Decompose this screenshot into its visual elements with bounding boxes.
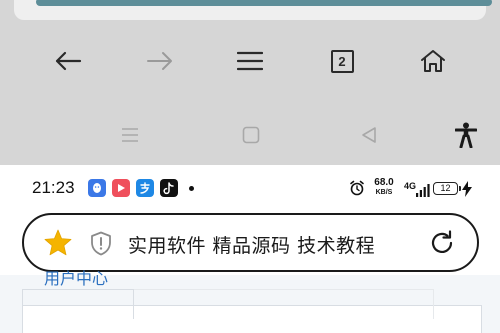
accessibility-person-icon [455, 122, 477, 148]
signal-strength-icon [416, 182, 430, 201]
alarm-icon [349, 180, 365, 206]
system-navigation-bar [0, 115, 500, 155]
network-speed-value: 68.0 [374, 177, 394, 188]
battery-level: 12 [433, 182, 458, 195]
page-title[interactable]: 实用软件 精品源码 技术教程 [128, 231, 375, 258]
tabs-button[interactable]: 2 [320, 40, 364, 82]
system-back-button[interactable] [349, 115, 389, 155]
network-type: 4G [404, 181, 417, 191]
more-notifications-dot [189, 186, 194, 191]
content-cell [134, 289, 434, 319]
reload-button[interactable] [429, 230, 457, 260]
address-bar[interactable]: 实用软件 精品源码 技术教程 [22, 213, 479, 272]
user-center-link[interactable]: 用户中心 [44, 265, 108, 289]
arrow-left-icon [55, 51, 82, 71]
battery-tip [459, 186, 461, 191]
tiktok-app-icon [160, 179, 178, 197]
status-time: 21:23 [32, 178, 75, 197]
home-button[interactable] [411, 40, 455, 82]
square-home-icon [242, 126, 260, 144]
status-bar: 21:23 68.0 KB/S 4G 12 [0, 177, 500, 203]
current-screen: 21:23 68.0 KB/S 4G 12 实用软件 精品源码 技术教程 用户中… [0, 165, 500, 333]
system-home-button[interactable] [231, 115, 271, 155]
previous-page-banner [36, 0, 492, 6]
charging-bolt-icon [462, 181, 472, 201]
content-cell [22, 289, 134, 319]
browser-toolbar: 2 [0, 40, 500, 82]
recents-lines-icon [122, 128, 138, 142]
network-speed: 68.0 KB/S [370, 177, 398, 197]
tab-count-badge: 2 [330, 49, 354, 73]
forward-button[interactable] [138, 40, 182, 82]
shield-security-icon[interactable] [90, 231, 112, 260]
page-content: 用户中心 [0, 269, 500, 333]
recents-button[interactable] [110, 115, 150, 155]
previous-page-card [14, 0, 492, 20]
previous-screen: 2 [0, 0, 500, 165]
hamburger-menu-icon [237, 51, 263, 71]
menu-button[interactable] [228, 40, 272, 82]
qq-app-icon [88, 179, 106, 197]
reload-icon [431, 230, 453, 254]
alipay-app-icon [136, 179, 154, 197]
star-bookmark-icon[interactable] [44, 229, 72, 260]
accessibility-button[interactable] [446, 115, 486, 155]
back-button[interactable] [46, 40, 90, 82]
arrow-right-icon [147, 52, 172, 70]
home-icon [421, 50, 445, 72]
video-app-icon [112, 179, 130, 197]
triangle-back-icon [362, 127, 376, 143]
network-speed-unit: KB/S [375, 189, 393, 196]
